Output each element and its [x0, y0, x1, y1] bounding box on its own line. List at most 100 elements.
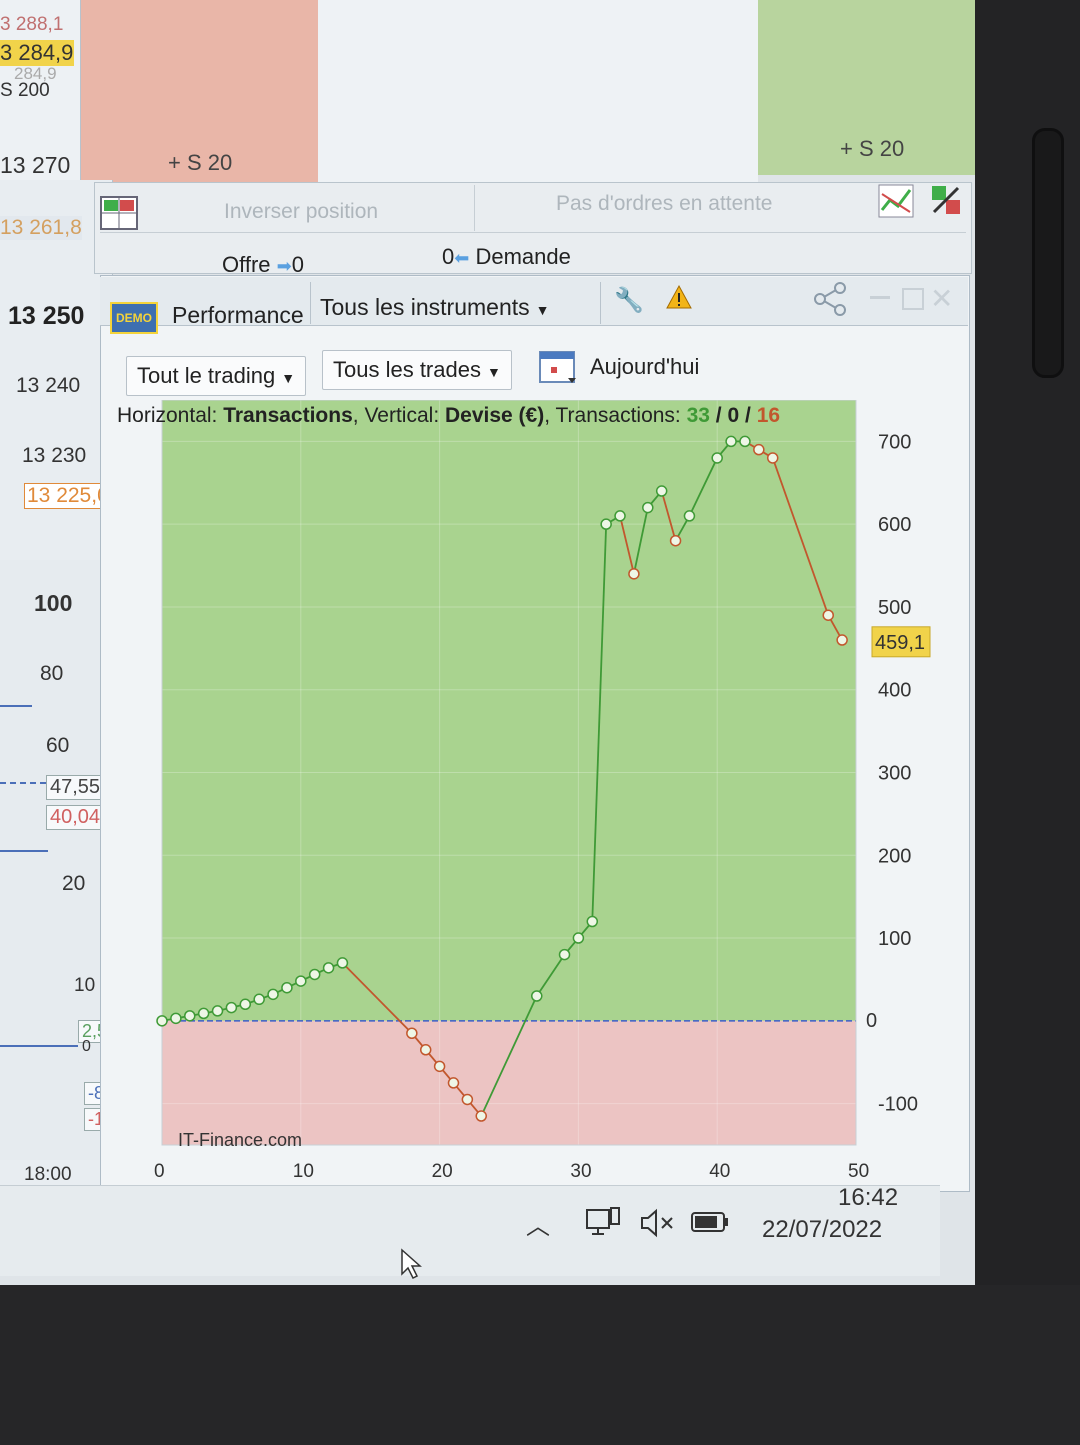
trade-point	[683, 510, 696, 522]
watermark: IT-Finance.com	[178, 1130, 303, 1150]
center-zone	[318, 0, 758, 182]
offer-value: 0	[291, 252, 304, 277]
y-tick-label: 400	[878, 680, 911, 702]
indicator-line	[0, 782, 46, 784]
clock-date[interactable]: 22/07/2022	[762, 1216, 882, 1244]
indicator-tick: 80	[40, 662, 64, 685]
price-tick: 13 261,8	[0, 216, 82, 240]
demand-section[interactable]: 0⬅ Demande	[442, 244, 571, 270]
y-tick-label: 700	[878, 431, 911, 453]
divider	[100, 232, 966, 233]
trading-filter-label: Tout le trading	[137, 363, 276, 388]
title-transactions-label: , Transactions:	[544, 404, 687, 427]
chart-order-icon[interactable]	[878, 184, 914, 218]
trade-point	[336, 957, 349, 969]
performance-chart: -1001002003004005006007000459,10 10 20 30 40…	[154, 400, 931, 1182]
trade-point	[766, 452, 779, 464]
trade-point	[725, 435, 737, 448]
trade-point	[253, 993, 265, 1006]
y-tick-label: 200	[878, 845, 911, 867]
bezel-slot	[1032, 128, 1064, 378]
trade-point	[281, 981, 293, 994]
trade-point	[822, 609, 834, 621]
indicator-tick: 0	[82, 1038, 91, 1055]
reverse-position-button[interactable]: Inverser position	[224, 200, 378, 224]
trade-point	[475, 1110, 487, 1122]
share-icon[interactable]	[812, 282, 852, 321]
instruments-label: Tous les instruments	[320, 294, 530, 320]
maximize-icon[interactable]	[902, 288, 924, 310]
price-tick: 13 270	[0, 152, 71, 178]
close-icon[interactable]: ✕	[930, 282, 953, 315]
trade-point	[406, 1027, 418, 1039]
date-filter-label[interactable]: Aujourd'hui	[590, 354, 699, 380]
indicator-line	[0, 705, 32, 707]
trades-filter-dropdown[interactable]: Tous les trades ▼	[322, 350, 512, 390]
battery-icon[interactable]	[690, 1210, 730, 1239]
chart-title: Horizontal: Transactions, Vertical: Devi…	[117, 404, 857, 428]
chevron-up-icon[interactable]: ︿	[526, 1206, 550, 1241]
arrow-left-icon: ⬅	[454, 248, 470, 268]
calendar-icon[interactable]	[538, 348, 578, 386]
trade-point	[433, 1060, 446, 1073]
instruments-dropdown[interactable]: Tous les instruments ▼	[320, 294, 550, 321]
warning-icon[interactable]	[666, 284, 692, 315]
trade-point	[170, 1012, 182, 1025]
trade-point	[655, 485, 668, 497]
trade-point	[836, 634, 848, 646]
clock-time[interactable]: 16:42	[838, 1184, 898, 1212]
tools-icon[interactable]	[928, 182, 964, 218]
caret-down-icon: ▼	[535, 302, 550, 318]
trade-point	[669, 534, 682, 547]
trade-point	[322, 962, 335, 974]
pink-size-label: + S 20	[168, 150, 233, 175]
price-highlight: 3 284,9	[0, 40, 74, 66]
network-icon[interactable]	[584, 1206, 622, 1243]
demo-badge: DEMO	[110, 302, 158, 334]
tab-performance[interactable]: Performance	[172, 302, 304, 329]
indicator-tick: 60	[46, 734, 70, 757]
x-tick-label: 10	[293, 1161, 314, 1182]
y-tick-label: -100	[878, 1094, 918, 1116]
indicator-tick: 20	[62, 872, 86, 895]
pending-orders-label: Pas d'ordres en attente	[556, 192, 773, 215]
trade-point	[531, 990, 543, 1002]
divider	[474, 185, 475, 231]
loss-area	[162, 1020, 856, 1145]
speaker-muted-icon[interactable]	[638, 1208, 676, 1243]
minimize-icon[interactable]	[870, 296, 890, 299]
y-tick-label: 300	[878, 763, 911, 785]
wrench-icon[interactable]: 🔧	[614, 286, 644, 315]
indicator-line	[0, 1045, 78, 1047]
title-horizontal-label: Horizontal:	[117, 404, 224, 427]
title-separator: /	[709, 404, 728, 427]
price-tick: 13 240	[16, 374, 81, 397]
trades-filter-label: Tous les trades	[333, 357, 481, 382]
title-vertical-value: Devise (€)	[444, 404, 545, 427]
trade-point	[419, 1044, 432, 1056]
y-tick-label: 500	[878, 597, 911, 619]
neutral-trades-count: 0	[727, 404, 740, 427]
trading-filter-dropdown[interactable]: Tout le trading ▼	[126, 356, 307, 396]
trade-point	[753, 443, 765, 456]
trade-point	[197, 1007, 210, 1020]
trade-point	[572, 932, 585, 944]
trade-point	[711, 452, 723, 464]
screen: + S 20 + S 20 3 288,1 3 284,9 284,9 S 20…	[0, 0, 975, 1285]
y-tick-label: 100	[878, 928, 911, 950]
y-tick-label: 600	[878, 514, 911, 536]
trade-point	[295, 975, 307, 987]
arrow-right-icon: ➡	[276, 256, 292, 276]
caret-down-icon: ▼	[281, 370, 296, 386]
time-axis-label: 18:00	[24, 1164, 72, 1185]
trade-point	[156, 1015, 168, 1027]
trade-point	[239, 998, 252, 1011]
indicator-tick: 10	[74, 975, 96, 996]
trade-point	[211, 1005, 224, 1017]
price-tick: S 200	[0, 80, 50, 101]
trade-point	[600, 518, 612, 530]
layout-grid-icon[interactable]	[100, 196, 138, 230]
winning-trades-count: 33	[686, 404, 710, 427]
indicator-line	[0, 850, 48, 852]
title-vertical-label: , Vertical:	[352, 404, 445, 427]
